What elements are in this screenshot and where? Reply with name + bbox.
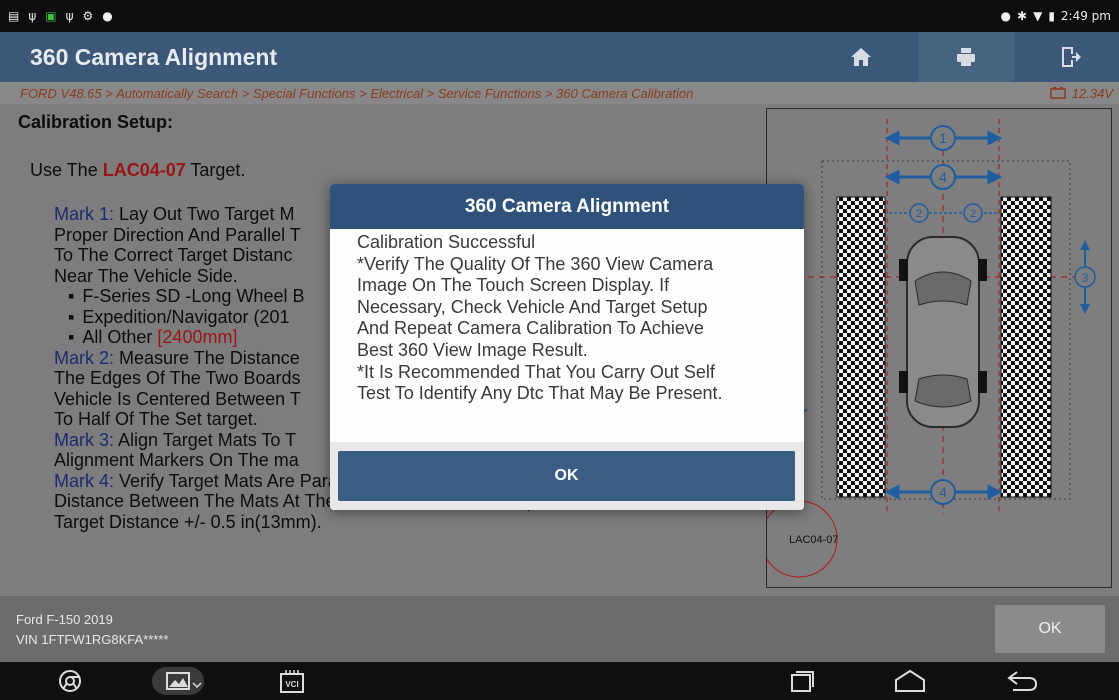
mark2-label: Mark 2: <box>54 347 115 368</box>
dialog-line: Test To Identify Any Dtc That May Be Pre… <box>357 383 723 404</box>
dialog-line: Best 360 View Image Result. <box>357 339 588 360</box>
notification-icons: ▤ ψ ▣ ψ ⚙ ● <box>8 9 113 23</box>
home-icon <box>851 48 871 66</box>
dialog-ok-button[interactable]: OK <box>338 451 795 501</box>
vehicle-info: Ford F-150 2019 VIN 1FTFW1RG8KFA***** <box>16 610 168 650</box>
page-title: 360 Camera Alignment <box>30 43 278 70</box>
mark1-text: Lay Out Two Target M <box>114 204 295 224</box>
dialog-title: 360 Camera Alignment <box>330 184 804 229</box>
target-prefix: Use The <box>30 160 103 180</box>
diagram-label-2a: 2 <box>916 208 922 220</box>
target-mat-right <box>1000 196 1052 498</box>
vehicle-model: Ford F-150 2019 <box>16 612 113 627</box>
alignment-dialog: 360 Camera Alignment Calibration Success… <box>330 184 804 510</box>
chrome-button[interactable] <box>52 666 88 696</box>
gallery-button[interactable] <box>148 666 212 696</box>
target-instruction: Use The LAC04-07 Target. <box>30 160 245 181</box>
vci-button[interactable]: VCI <box>274 666 310 696</box>
bullet-label: Expedition/Navigator (201 <box>82 306 290 327</box>
target-mat-left <box>836 196 886 498</box>
mark2-text: Measure The Distance <box>114 347 300 368</box>
diagram-svg: 1 4 2 2 3 4 LAC04-07 <box>760 119 1096 578</box>
recents-button[interactable] <box>784 666 820 696</box>
app-icon: ▣ <box>45 9 57 23</box>
bluetooth-icon: ✱ <box>1017 9 1028 23</box>
back-icon <box>1007 671 1038 691</box>
back-button[interactable] <box>1002 666 1042 696</box>
system-status: ● ✱ ▼ ▮ 2:49 pm <box>1001 9 1111 23</box>
vehicle-vin: VIN 1FTFW1RG8KFA***** <box>16 632 169 647</box>
diagram-label-4-bottom: 4 <box>939 484 947 500</box>
exit-icon <box>1062 47 1081 67</box>
diagram-label-4-top: 4 <box>939 169 947 185</box>
vci-label: VCI <box>285 680 299 689</box>
print-icon <box>957 48 975 66</box>
system-navbar: VCI <box>0 662 1119 700</box>
vehicle-outline <box>899 236 987 428</box>
footer-ok-button[interactable]: OK <box>995 605 1105 653</box>
pin-icon: ● <box>102 9 113 23</box>
battery-voltage-icon <box>1050 87 1066 99</box>
status-bar: ▤ ψ ▣ ψ ⚙ ● ● ✱ ▼ ▮ 2:49 pm <box>0 0 1119 32</box>
breadcrumb-path: FORD V48.65 > Automatically Search > Spe… <box>20 85 694 101</box>
vehicle-footer: Ford F-150 2019 VIN 1FTFW1RG8KFA***** OK <box>0 596 1119 662</box>
dialog-line: Necessary, Check Vehicle And Target Setu… <box>357 296 708 317</box>
target-suffix: Target. <box>185 160 246 180</box>
target-code: LAC04-07 <box>102 160 186 180</box>
bullet-label: All Other <box>82 327 158 347</box>
usb-icon: ψ <box>65 9 74 23</box>
clock: 2:49 pm <box>1060 9 1111 23</box>
app-header: 360 Camera Alignment <box>0 32 1119 82</box>
diagram-label-1: 1 <box>939 130 947 146</box>
dialog-line: Calibration Successful <box>357 232 536 252</box>
dialog-line: *Verify The Quality Of The 360 View Came… <box>357 253 714 274</box>
diagram-label-2b: 2 <box>970 208 976 220</box>
target-callout-label: LAC04-07 <box>789 534 839 546</box>
battery-icon: ▮ <box>1048 9 1055 23</box>
chrome-icon <box>59 670 81 692</box>
section-heading: Calibration Setup: <box>18 112 174 132</box>
wifi-icon: ▼ <box>1033 9 1043 23</box>
diagram-label-3: 3 <box>1082 271 1089 285</box>
mark1-label: Mark 1: <box>54 204 115 224</box>
mark4-label: Mark 4: <box>54 470 115 491</box>
dialog-line: Image On The Touch Screen Display. If <box>357 275 670 296</box>
bullet-label: F-Series SD -Long Wheel B <box>82 286 305 306</box>
print-button[interactable] <box>918 32 1014 82</box>
settings-notify-icon: ⚙ <box>82 9 94 23</box>
bullet-value: [2400mm] <box>157 327 238 347</box>
mark4-line3: Target Distance +/- 0.5 in(13mm). <box>54 511 322 532</box>
usb-debug-icon: ψ <box>28 9 37 23</box>
home-nav-button[interactable] <box>890 666 930 696</box>
home-nav-icon <box>895 669 925 692</box>
voltage-value: 12.34V <box>1071 85 1113 101</box>
dialog-line: And Repeat Camera Calibration To Achieve <box>357 318 704 339</box>
screenshot-icon: ▤ <box>8 9 20 23</box>
exit-button[interactable] <box>1023 32 1119 82</box>
dialog-footer: OK <box>330 442 804 510</box>
gallery-icon <box>152 667 204 695</box>
home-button[interactable] <box>813 32 909 82</box>
dialog-line: *It Is Recommended That You Carry Out Se… <box>357 361 715 382</box>
calibration-diagram: 1 4 2 2 3 4 LAC04-07 <box>760 108 1112 588</box>
recents-icon <box>791 671 814 692</box>
dialog-message: Calibration Successful *Verify The Quali… <box>330 229 804 405</box>
breadcrumb: FORD V48.65 > Automatically Search > Spe… <box>0 82 1119 104</box>
mark3-text: Align Target Mats To T <box>114 429 297 450</box>
mark3-label: Mark 3: <box>54 429 115 450</box>
location-icon: ● <box>1000 9 1012 23</box>
voltage-indicator: 12.34V <box>1050 86 1113 101</box>
